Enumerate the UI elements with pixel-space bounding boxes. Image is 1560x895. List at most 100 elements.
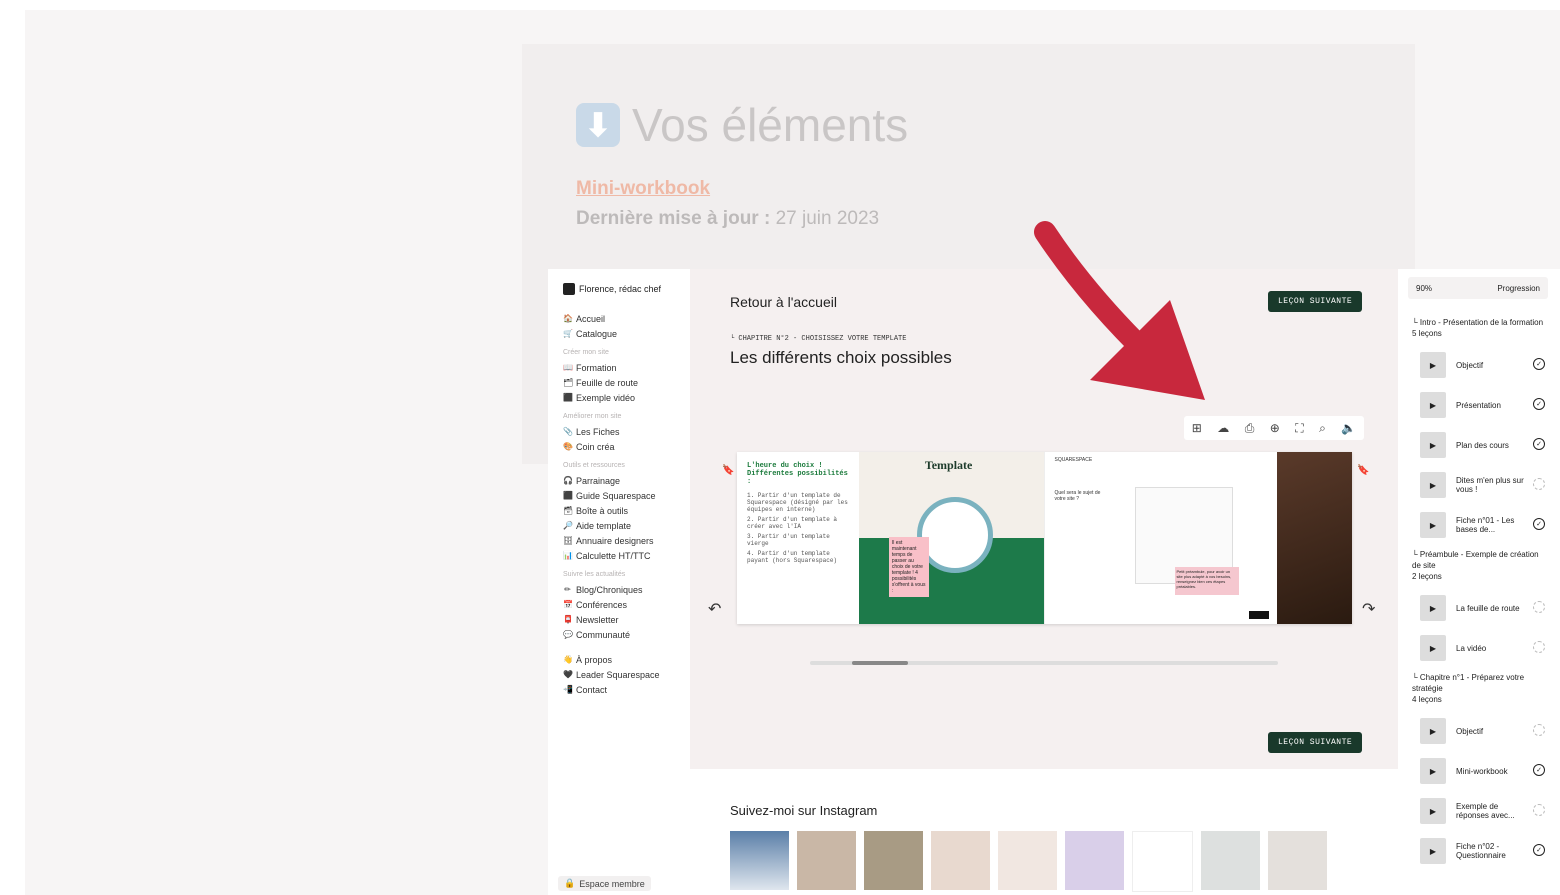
slide-flower-photo [1277, 452, 1352, 624]
member-area-button[interactable]: 🔒 Espace membre [558, 876, 651, 891]
sidebar-item-icon: 📮 [563, 615, 573, 624]
sidebar-item[interactable]: 🎧 Parrainage [563, 473, 688, 488]
brand-logo-icon [563, 283, 575, 295]
outline-lesson[interactable]: ▶ Dites m'en plus sur vous ! [1398, 465, 1560, 505]
outline-lesson[interactable]: ▶ Présentation ✓ [1398, 385, 1560, 425]
outline-chapter[interactable]: └ Chapitre n°1 - Préparez votre stratégi… [1398, 672, 1560, 705]
cloud-download-icon[interactable]: ☁ [1217, 421, 1229, 435]
print-icon[interactable]: ⎙ [1245, 421, 1255, 436]
slide-question: Quel sera le sujet de votre site ? [1054, 490, 1101, 502]
incomplete-circle-icon[interactable] [1533, 601, 1545, 613]
search-icon[interactable]: ⌕ [1319, 421, 1326, 436]
outline-lesson[interactable]: ▶ Exemple de réponses avec... [1398, 791, 1560, 831]
brand[interactable]: Florence, rédac chef [563, 283, 661, 295]
outline-chapter[interactable]: └ Intro - Présentation de la formation 5 … [1398, 317, 1560, 339]
grid-icon[interactable]: ⊞ [1192, 421, 1202, 435]
sidebar-item[interactable]: 🎨 Coin créa [563, 439, 688, 454]
completed-check-icon[interactable]: ✓ [1533, 398, 1545, 410]
outline-chapter-count: 2 leçons [1412, 572, 1442, 581]
sidebar-item[interactable]: 🖤 Leader Squarespace [563, 667, 688, 682]
chapter-label: └ CHAPITRE N°2 - CHOISISSEZ VOTRE TEMPLA… [730, 335, 907, 343]
pdf-scrollbar-thumb[interactable] [852, 661, 908, 665]
sidebar-item[interactable]: ✏ Blog/Chroniques [563, 582, 688, 597]
outline-lesson[interactable]: ▶ Objectif ✓ [1398, 345, 1560, 385]
bookmark-right-icon[interactable]: 🔖 [1357, 465, 1369, 476]
pdf-scrollbar[interactable] [810, 661, 1278, 665]
sidebar-section-title: Outils et ressources [563, 462, 625, 469]
sidebar-item-icon: ✏ [564, 585, 571, 594]
instagram-post[interactable] [1268, 831, 1327, 890]
back-home-link[interactable]: Retour à l'accueil [730, 294, 837, 310]
completed-check-icon[interactable]: ✓ [1533, 518, 1545, 530]
last-update: Dernière mise à jour : 27 juin 2023 [576, 208, 880, 229]
slide-black-button [1249, 611, 1270, 619]
next-lesson-button-bottom[interactable]: LEÇON SUIVANTE [1268, 732, 1363, 753]
squarespace-logo: SQUARESPACE [1054, 457, 1093, 463]
slide-choix-title: L'heure du choix ! Différentes possibili… [747, 462, 848, 486]
outline-lesson[interactable]: ▶ Fiche n°01 - Les bases de... ✓ [1398, 505, 1560, 545]
lesson-thumbnail-play-icon: ▶ [1420, 758, 1446, 784]
lesson-thumbnail-play-icon: ▶ [1420, 432, 1446, 458]
lesson-main: Retour à l'accueil LEÇON SUIVANTE └ CHAP… [690, 269, 1398, 769]
sidebar-item-label: Blog/Chroniques [576, 584, 643, 595]
sidebar-item-label: Boîte à outils [576, 505, 629, 516]
slide-choix-line: 2. Partir d'un template à créer avec l'I… [747, 516, 838, 530]
outline-lesson[interactable]: ▶ Fiche n°02 - Questionnaire ✓ [1398, 831, 1560, 871]
sidebar-item[interactable]: 🗂 Feuille de route [563, 375, 688, 390]
outline-lesson[interactable]: ▶ Plan des cours ✓ [1398, 425, 1560, 465]
bookmark-left-icon[interactable]: 🔖 [722, 465, 734, 476]
instagram-post[interactable] [1132, 831, 1193, 892]
instagram-post[interactable] [998, 831, 1057, 890]
sidebar-item[interactable]: 👋 À propos [563, 652, 688, 667]
instagram-post[interactable] [1201, 831, 1260, 890]
sidebar-item[interactable]: 📖 Formation [563, 360, 688, 375]
instagram-post[interactable] [864, 831, 923, 890]
sidebar-item[interactable]: 📅 Conférences [563, 597, 688, 612]
lesson-name: La feuille de route [1456, 603, 1520, 613]
sidebar-item[interactable]: 📎 Les Fiches [563, 424, 688, 439]
instagram-post[interactable] [931, 831, 990, 890]
sidebar-item[interactable]: 🔎 Aide template [563, 518, 688, 533]
pdf-viewer[interactable]: L'heure du choix ! Différentes possibili… [737, 452, 1352, 624]
outline-chapter[interactable]: └ Préambule - Exemple de création de sit… [1398, 549, 1560, 582]
zoom-in-icon[interactable]: ⊕ [1270, 421, 1280, 435]
sidebar-item[interactable]: 📮 Newsletter [563, 612, 688, 627]
incomplete-circle-icon[interactable] [1533, 724, 1545, 736]
completed-check-icon[interactable]: ✓ [1533, 438, 1545, 450]
lesson-name: La vidéo [1456, 643, 1487, 653]
sidebar-item-icon: 📲 [563, 685, 573, 694]
sidebar-item[interactable]: 🗄 Annuaire designers [563, 533, 688, 548]
incomplete-circle-icon[interactable] [1533, 478, 1545, 490]
previous-page-icon[interactable]: ↶ [708, 599, 721, 619]
incomplete-circle-icon[interactable] [1533, 804, 1545, 816]
incomplete-circle-icon[interactable] [1533, 641, 1545, 653]
instagram-post[interactable] [730, 831, 789, 890]
sidebar-item[interactable]: 📊 Calculette HT/TTC [563, 548, 688, 563]
sound-icon[interactable]: 🔈 [1341, 421, 1356, 435]
lesson-thumbnail-play-icon: ▶ [1420, 718, 1446, 744]
instagram-post[interactable] [1065, 831, 1124, 890]
sidebar-item[interactable]: 🏠 Accueil [563, 311, 688, 326]
sidebar-item[interactable]: ⬛ Guide Squarespace [563, 488, 688, 503]
sidebar-item-label: Calculette HT/TTC [576, 550, 651, 561]
sidebar-item[interactable]: 📲 Contact [563, 682, 688, 697]
next-lesson-button[interactable]: LEÇON SUIVANTE [1268, 291, 1363, 312]
outline-lesson[interactable]: ▶ Mini-workbook ✓ [1398, 751, 1560, 791]
sidebar-item[interactable]: ⬛ Exemple vidéo [563, 390, 688, 405]
sidebar-item[interactable]: 🗃 Boîte à outils [563, 503, 688, 518]
slide-choix-line: 3. Partir d'un template vierge [747, 533, 830, 547]
fullscreen-icon[interactable]: ⛶ [1295, 421, 1303, 436]
sidebar-item[interactable]: 🛒 Catalogue [563, 326, 688, 341]
sidebar: Florence, rédac chef 🏠 Accueil 🛒 Catalogue C… [548, 269, 690, 895]
completed-check-icon[interactable]: ✓ [1533, 844, 1545, 856]
mini-workbook-link[interactable]: Mini-workbook [576, 178, 710, 200]
outline-lesson[interactable]: ▶ La vidéo [1398, 628, 1560, 668]
sidebar-item-label: Contact [576, 684, 608, 695]
sidebar-item[interactable]: 💬 Communauté [563, 627, 688, 642]
completed-check-icon[interactable]: ✓ [1533, 358, 1545, 370]
outline-lesson[interactable]: ▶ Objectif [1398, 711, 1560, 751]
instagram-post[interactable] [797, 831, 856, 890]
completed-check-icon[interactable]: ✓ [1533, 764, 1545, 776]
next-page-icon[interactable]: ↷ [1362, 599, 1375, 619]
outline-lesson[interactable]: ▶ La feuille de route [1398, 588, 1560, 628]
